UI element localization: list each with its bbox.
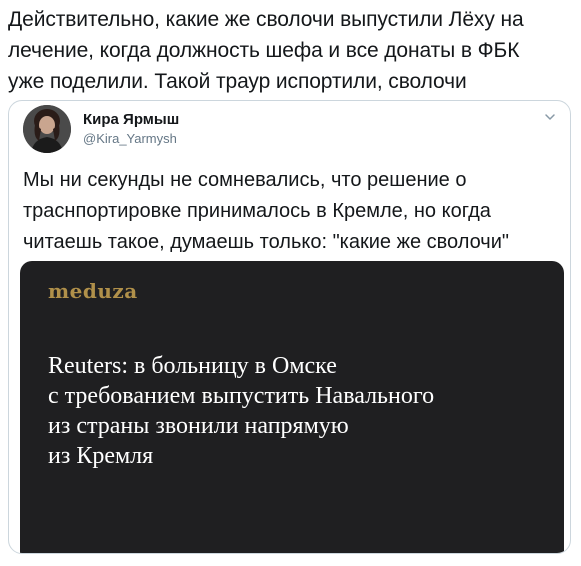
tweet-text: Действительно, какие же сволочи выпустил… [8,4,578,97]
quoted-tweet-text: Мы ни секунды не сомневались, что решени… [23,165,563,258]
quoted-tweet-card[interactable]: Кира Ярмыш @Kira_Yarmysh Мы ни секунды н… [8,100,571,554]
chevron-down-icon[interactable] [542,109,558,125]
headline-line: из страны звонили напрямую [48,413,349,439]
media-headline: Reuters: в больницу в Омске с требование… [48,351,548,471]
author-handle[interactable]: @Kira_Yarmysh [83,131,177,146]
tweet-text-line: Действительно, какие же сволочи выпустил… [8,8,524,31]
headline-line: с требованием выпустить Навального [48,383,435,409]
tweet-text-line: уже поделили. Такой траур испортили, сво… [8,70,467,93]
quoted-tweet-text-line: читаешь такое, думаешь только: "какие же… [23,231,509,253]
author-name[interactable]: Кира Ярмыш [83,111,179,128]
headline-line: из Кремля [48,443,154,469]
media-image[interactable]: meduza Reuters: в больницу в Омске с тре… [20,261,564,553]
quoted-tweet-text-line: траснпортировке принималось в Кремле, но… [23,200,491,222]
avatar[interactable] [23,105,71,153]
quoted-tweet-header: Кира Ярмыш @Kira_Yarmysh [23,105,560,155]
quoted-tweet-text-line: Мы ни секунды не сомневались, что решени… [23,169,467,191]
meduza-logo: meduza [48,279,138,303]
tweet-text-line: лечение, когда должность шефа и все дона… [8,39,520,62]
headline-line: Reuters: в больницу в Омске [48,353,337,379]
